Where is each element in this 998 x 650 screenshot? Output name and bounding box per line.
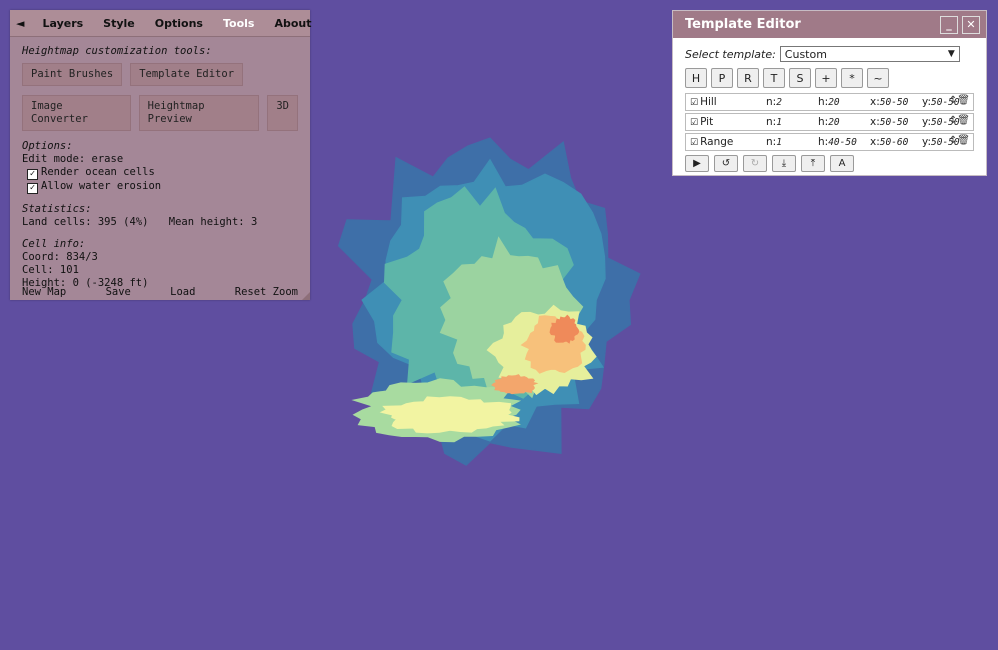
water-erosion-label: Allow water erosion bbox=[41, 180, 161, 192]
checkbox-checked-icon[interactable]: ✓ bbox=[27, 183, 38, 194]
footer-actions: New Map Save Load Reset Zoom bbox=[22, 286, 298, 298]
tools-heading: Heightmap customization tools: bbox=[22, 45, 298, 58]
add-strait-button[interactable]: S bbox=[789, 68, 811, 88]
template-editor-dialog: Template Editor _ ✕ Select template: Cus… bbox=[672, 10, 987, 176]
main-menu: ◄ Layers Style Options Tools About bbox=[10, 10, 310, 37]
step-name: Range bbox=[700, 136, 733, 148]
tools-panel: ◄ Layers Style Options Tools About Heigh… bbox=[10, 10, 310, 300]
dialog-title: Template Editor bbox=[685, 17, 936, 32]
height-value[interactable]: 20 bbox=[828, 97, 839, 108]
count-label: n: bbox=[766, 96, 776, 108]
y-label: y: bbox=[922, 116, 931, 128]
menu-tools[interactable]: Tools bbox=[213, 17, 264, 30]
reset-zoom-link[interactable]: Reset Zoom bbox=[235, 286, 298, 298]
save-link[interactable]: Save bbox=[106, 286, 131, 298]
menu-about[interactable]: About bbox=[264, 17, 321, 30]
dropdown-arrow-icon: ▼ bbox=[948, 49, 955, 59]
step-name: Pit bbox=[700, 116, 713, 128]
step-type-buttons: H P R T S + * ~ bbox=[685, 68, 974, 88]
add-button[interactable]: + bbox=[815, 68, 837, 88]
smooth-button[interactable]: ~ bbox=[867, 68, 889, 88]
height-label: h: bbox=[818, 136, 828, 148]
template-steps: ☑Hill n:2 h:20 x:50-50 y:50-50 ↕🗑 ☑Pit n… bbox=[685, 93, 974, 151]
checkbox-checked-icon[interactable]: ☑ bbox=[690, 98, 698, 108]
menu-options[interactable]: Options bbox=[145, 17, 213, 30]
height-value[interactable]: 40-50 bbox=[828, 137, 857, 148]
render-ocean-label: Render ocean cells bbox=[41, 166, 155, 178]
trash-icon[interactable]: 🗑 bbox=[957, 95, 970, 106]
count-label: n: bbox=[766, 136, 776, 148]
minimize-icon[interactable]: _ bbox=[940, 16, 958, 34]
template-actions: ▶ ↺ ↻ ⤓ ⤒ A bbox=[685, 155, 974, 172]
edit-mode-text: Edit mode: erase bbox=[22, 153, 298, 166]
add-pit-button[interactable]: P bbox=[711, 68, 733, 88]
checkbox-checked-icon[interactable]: ☑ bbox=[690, 138, 698, 148]
checkbox-checked-icon[interactable]: ☑ bbox=[690, 118, 698, 128]
x-label: x: bbox=[870, 96, 880, 108]
render-ocean-checkbox-row[interactable]: ✓Render ocean cells bbox=[22, 166, 298, 180]
template-editor-button[interactable]: Template Editor bbox=[130, 63, 243, 86]
play-icon[interactable]: ▶ bbox=[685, 155, 709, 172]
load-link[interactable]: Load bbox=[170, 286, 195, 298]
x-label: x: bbox=[870, 116, 880, 128]
y-label: y: bbox=[922, 96, 931, 108]
add-hill-button[interactable]: H bbox=[685, 68, 707, 88]
count-label: n: bbox=[766, 116, 776, 128]
template-step[interactable]: ☑Range n:1 h:40-50 x:50-60 y:50-50 ↕🗑 bbox=[685, 133, 974, 151]
download-icon[interactable]: ⤓ bbox=[772, 155, 796, 172]
font-icon[interactable]: A bbox=[830, 155, 854, 172]
checkbox-checked-icon[interactable]: ✓ bbox=[27, 169, 38, 180]
cell-text: Cell: 101 bbox=[22, 264, 298, 277]
close-icon[interactable]: ✕ bbox=[962, 16, 980, 34]
paint-brushes-button[interactable]: Paint Brushes bbox=[22, 63, 122, 86]
template-step[interactable]: ☑Pit n:1 h:20 x:50-50 y:50-50 ↕🗑 bbox=[685, 113, 974, 131]
trash-icon[interactable]: 🗑 bbox=[957, 115, 970, 126]
height-value[interactable]: 20 bbox=[828, 117, 839, 128]
x-value[interactable]: 50-50 bbox=[880, 97, 909, 108]
heightmap-preview-button[interactable]: Heightmap Preview bbox=[139, 95, 260, 131]
land-cells-text: Land cells: 395 (4%) bbox=[22, 216, 148, 228]
multiply-button[interactable]: * bbox=[841, 68, 863, 88]
template-step[interactable]: ☑Hill n:2 h:20 x:50-50 y:50-50 ↕🗑 bbox=[685, 93, 974, 111]
count-value[interactable]: 1 bbox=[776, 117, 782, 128]
3d-button[interactable]: 3D bbox=[267, 95, 298, 131]
select-template-label: Select template: bbox=[685, 48, 776, 61]
coord-text: Coord: 834/3 bbox=[22, 251, 298, 264]
template-select-value: Custom bbox=[785, 48, 948, 61]
options-heading: Options: bbox=[22, 140, 298, 153]
menu-layers[interactable]: Layers bbox=[32, 17, 93, 30]
add-range-button[interactable]: R bbox=[737, 68, 759, 88]
mean-height-text: Mean height: 3 bbox=[169, 216, 258, 228]
x-value[interactable]: 50-50 bbox=[880, 117, 909, 128]
new-map-link[interactable]: New Map bbox=[22, 286, 66, 298]
collapse-arrow-icon[interactable]: ◄ bbox=[10, 17, 32, 30]
x-label: x: bbox=[870, 136, 880, 148]
upload-icon[interactable]: ⤒ bbox=[801, 155, 825, 172]
template-select[interactable]: Custom ▼ bbox=[780, 46, 960, 62]
trash-icon[interactable]: 🗑 bbox=[957, 135, 970, 146]
height-label: h: bbox=[818, 96, 828, 108]
resize-handle[interactable] bbox=[302, 292, 310, 300]
dialog-titlebar[interactable]: Template Editor _ ✕ bbox=[673, 11, 986, 38]
cell-info-heading: Cell info: bbox=[22, 238, 298, 251]
redo-icon[interactable]: ↻ bbox=[743, 155, 767, 172]
menu-style[interactable]: Style bbox=[93, 17, 145, 30]
count-value[interactable]: 1 bbox=[776, 137, 782, 148]
y-label: y: bbox=[922, 136, 931, 148]
step-name: Hill bbox=[700, 96, 717, 108]
x-value[interactable]: 50-60 bbox=[880, 137, 909, 148]
statistics-heading: Statistics: bbox=[22, 203, 298, 216]
water-erosion-checkbox-row[interactable]: ✓Allow water erosion bbox=[22, 180, 298, 194]
add-trough-button[interactable]: T bbox=[763, 68, 785, 88]
image-converter-button[interactable]: Image Converter bbox=[22, 95, 131, 131]
height-label: h: bbox=[818, 116, 828, 128]
undo-icon[interactable]: ↺ bbox=[714, 155, 738, 172]
count-value[interactable]: 2 bbox=[776, 97, 782, 108]
